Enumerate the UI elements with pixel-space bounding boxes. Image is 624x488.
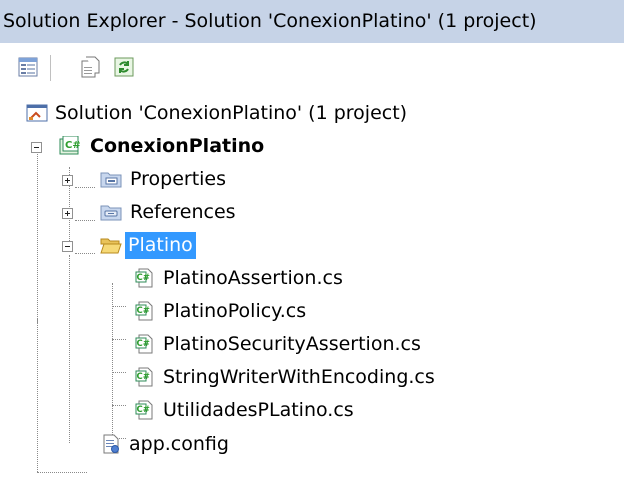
csharp-file-icon: C# (135, 367, 153, 387)
csharp-file-icon: C# (135, 301, 153, 321)
solution-tree: Solution 'ConexionPlatino' (1 project) C… (0, 93, 624, 488)
svg-text:C#: C# (137, 405, 150, 415)
tree-item-platino-folder[interactable]: Platino (0, 229, 520, 262)
config-file-icon (103, 434, 119, 454)
open-folder-icon (100, 238, 122, 254)
tree-item-properties[interactable]: Properties (0, 163, 520, 196)
tree-item-project[interactable]: C# ConexionPlatino (0, 130, 520, 163)
references-folder-icon (100, 205, 122, 221)
properties-label: Properties (130, 168, 227, 190)
svg-text:C#: C# (137, 372, 150, 382)
svg-text:C#: C# (137, 306, 150, 316)
file-label: PlatinoAssertion.cs (163, 267, 343, 289)
expand-toggle[interactable] (62, 175, 73, 186)
tree-item-references[interactable]: References (0, 196, 520, 229)
collapse-toggle[interactable] (31, 142, 42, 153)
csharp-file-icon: C# (135, 400, 153, 420)
svg-text:C#: C# (137, 339, 150, 349)
csharp-file-icon: C# (135, 334, 153, 354)
tree-item-app-config[interactable]: app.config (0, 428, 520, 461)
toolbar (0, 43, 624, 93)
tree-item-file[interactable]: C# PlatinoSecurityAssertion.cs (0, 328, 520, 361)
tree-item-file[interactable]: C# StringWriterWithEncoding.cs (0, 361, 520, 394)
svg-text:C#: C# (65, 140, 80, 151)
file-label: PlatinoSecurityAssertion.cs (163, 333, 421, 355)
tree-connector (37, 472, 87, 473)
refresh-icon (114, 57, 134, 77)
file-label: PlatinoPolicy.cs (163, 300, 307, 322)
solution-label: Solution 'ConexionPlatino' (1 project) (55, 102, 408, 124)
properties-button[interactable] (16, 55, 40, 79)
tree-item-file[interactable]: C# PlatinoAssertion.cs (0, 262, 520, 295)
refresh-button[interactable] (112, 55, 136, 79)
csharp-project-icon: C# (59, 136, 80, 155)
csharp-file-icon: C# (135, 268, 153, 288)
references-label: References (130, 201, 236, 223)
window-title: Solution Explorer - Solution 'ConexionPl… (0, 0, 624, 43)
tree-item-file[interactable]: C# UtilidadesPLatino.cs (0, 394, 520, 427)
tree-item-solution[interactable]: Solution 'ConexionPlatino' (1 project) (0, 97, 520, 130)
properties-icon (18, 57, 38, 77)
platino-folder-label: Platino (125, 232, 196, 259)
toolbar-separator (50, 55, 51, 81)
svg-text:C#: C# (137, 273, 150, 283)
file-label: UtilidadesPLatino.cs (163, 399, 354, 421)
solution-icon (26, 104, 48, 122)
show-all-files-button[interactable] (78, 55, 102, 79)
app-config-label: app.config (129, 433, 229, 455)
show-all-files-icon (81, 56, 100, 78)
collapse-toggle[interactable] (62, 241, 73, 252)
project-label: ConexionPlatino (90, 135, 265, 157)
properties-folder-icon (100, 172, 122, 188)
tree-item-file[interactable]: C# PlatinoPolicy.cs (0, 295, 520, 328)
file-label: StringWriterWithEncoding.cs (163, 366, 435, 388)
expand-toggle[interactable] (62, 208, 73, 219)
